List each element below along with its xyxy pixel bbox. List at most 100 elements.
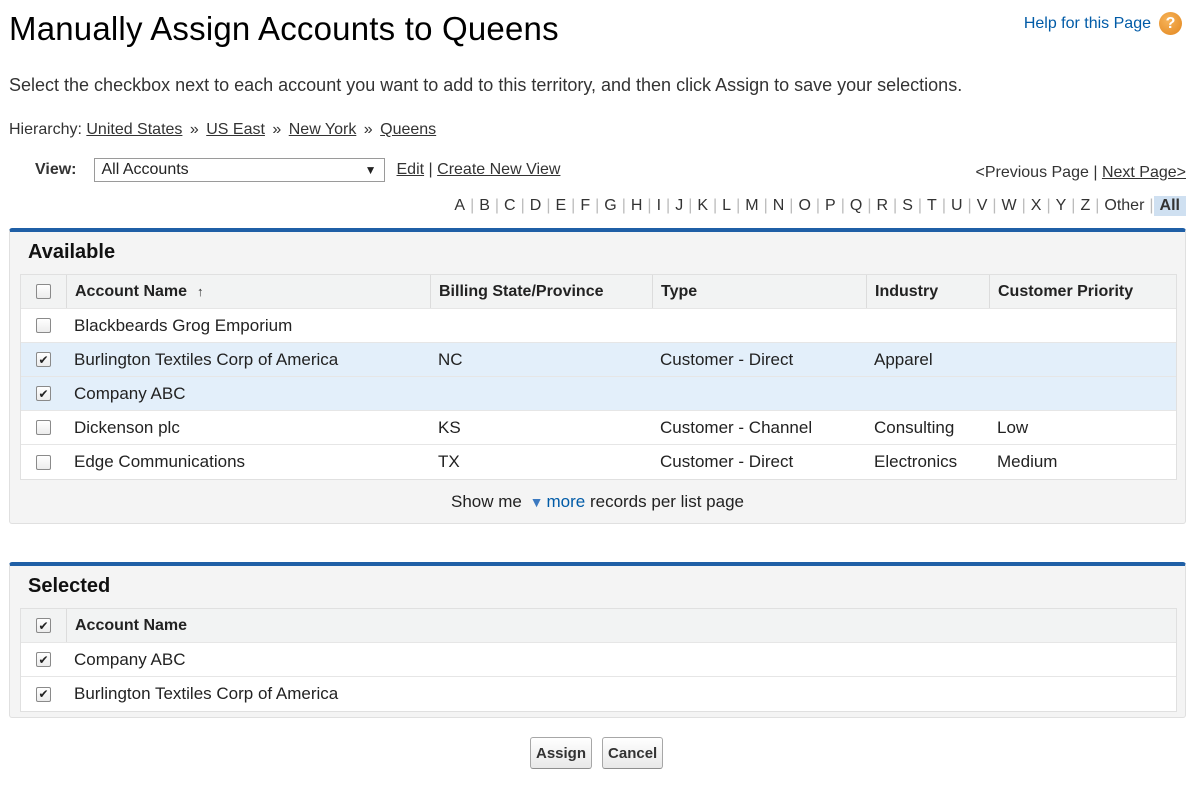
alpha-filter-r[interactable]: R [871, 197, 893, 215]
cancel-button[interactable]: Cancel [602, 737, 664, 769]
selected-all-checkbox[interactable]: ✔ [36, 618, 51, 633]
assign-button[interactable]: Assign [530, 737, 593, 769]
sort-ascending-icon: ↑ [197, 284, 204, 299]
table-row: Edge Communications TX Customer - Direct El… [21, 445, 1176, 479]
alpha-filter-v[interactable]: V [972, 197, 993, 215]
breadcrumb-item-new-york[interactable]: New York [289, 121, 357, 138]
show-more-prefix: Show me [451, 492, 522, 511]
breadcrumb-item-queens[interactable]: Queens [380, 121, 436, 138]
selected-panel: Selected ✔ Account Name ✔ Company ABC ✔ Bur… [9, 562, 1186, 718]
alpha-filter-g[interactable]: G [599, 197, 621, 215]
alpha-filter-x[interactable]: X [1026, 197, 1047, 215]
row-checkbox[interactable]: ✔ [36, 386, 51, 401]
row-checkbox[interactable] [36, 420, 51, 435]
create-new-view-link[interactable]: Create New View [437, 161, 560, 178]
pager: <Previous Page | Next Page> [975, 164, 1186, 182]
alpha-filter-n[interactable]: N [768, 197, 790, 215]
industry-cell: Electronics [874, 452, 958, 471]
help-icon[interactable]: ? [1159, 12, 1182, 35]
help-area: Help for this Page ? [1024, 12, 1182, 35]
edit-view-link[interactable]: Edit [397, 161, 425, 178]
alpha-filter-e[interactable]: E [550, 197, 571, 215]
account-name-cell: Edge Communications [74, 452, 246, 471]
breadcrumb-separator: » [272, 121, 282, 138]
alpha-filter-k[interactable]: K [692, 197, 713, 215]
alpha-filter-i[interactable]: I [652, 197, 666, 215]
action-buttons: Assign Cancel [530, 737, 664, 769]
table-row: ✔ Company ABC [21, 377, 1176, 411]
alpha-filter-y[interactable]: Y [1051, 197, 1072, 215]
alpha-filter-o[interactable]: O [793, 197, 815, 215]
alpha-filter-m[interactable]: M [740, 197, 763, 215]
row-checkbox-cell [21, 309, 66, 342]
table-row: Dickenson plc KS Customer - Channel Consult… [21, 411, 1176, 445]
alpha-filter-c[interactable]: C [499, 197, 521, 215]
alpha-filter-t[interactable]: T [922, 197, 942, 215]
billing-state-cell [430, 377, 652, 410]
alpha-filter-d[interactable]: D [525, 197, 547, 215]
available-panel: Available Account Name ↑ Billing State/P… [9, 228, 1186, 524]
account-name-cell: Burlington Textiles Corp of America [74, 684, 339, 703]
triangle-down-icon[interactable]: ▼ [530, 494, 544, 510]
alpha-filter-w[interactable]: W [997, 197, 1022, 215]
alpha-filter-p[interactable]: P [820, 197, 841, 215]
table-row: ✔ Company ABC [21, 643, 1176, 677]
account-name-cell: Burlington Textiles Corp of America [74, 349, 339, 369]
type-cell: Customer - Direct [660, 452, 794, 471]
breadcrumb-separator: » [189, 121, 199, 138]
alpha-filter-u[interactable]: U [946, 197, 968, 215]
next-page-link[interactable]: Next Page> [1102, 164, 1186, 181]
table-row: Blackbeards Grog Emporium [21, 309, 1176, 343]
selected-header-row: ✔ Account Name [21, 609, 1176, 643]
breadcrumb-item-us-east[interactable]: US East [206, 121, 265, 138]
billing-state-cell: NC [438, 349, 463, 369]
available-header-row: Account Name ↑ Billing State/Province Ty… [21, 275, 1176, 309]
alpha-filter-other[interactable]: Other [1099, 197, 1149, 215]
selected-all-cell: ✔ [21, 609, 66, 642]
instructions-text: Select the checkbox next to each account… [9, 75, 963, 95]
column-header-account-name: Account Name [66, 609, 1176, 642]
selected-panel-title: Selected [28, 575, 111, 597]
column-header-type[interactable]: Type [652, 275, 866, 308]
row-checkbox[interactable]: ✔ [36, 352, 51, 367]
alpha-filter-b[interactable]: B [474, 197, 495, 215]
view-select[interactable]: All Accounts ▼ [93, 158, 385, 182]
table-row: ✔ Burlington Textiles Corp of America NC Cu… [21, 343, 1176, 377]
column-header-account-name[interactable]: Account Name ↑ [66, 275, 430, 308]
alpha-filter-z[interactable]: Z [1075, 197, 1095, 215]
row-checkbox-cell: ✔ [21, 643, 66, 676]
chevron-down-icon: ▼ [364, 163, 377, 177]
hierarchy-label: Hierarchy: [9, 121, 82, 138]
show-more-link[interactable]: more [546, 492, 585, 511]
alpha-filter-j[interactable]: J [670, 197, 688, 215]
previous-page-label: <Previous Page [975, 164, 1089, 181]
alpha-filter-h[interactable]: H [626, 197, 648, 215]
alpha-filter-f[interactable]: F [575, 197, 595, 215]
column-header-customer-priority[interactable]: Customer Priority [989, 275, 1176, 308]
alpha-filter-s[interactable]: S [897, 197, 918, 215]
breadcrumb-item-united-states[interactable]: United States [86, 121, 182, 138]
billing-state-cell [430, 309, 652, 342]
breadcrumb: Hierarchy: United States » US East » New… [9, 121, 436, 139]
account-name-cell: Company ABC [74, 649, 186, 669]
selected-table: ✔ Account Name ✔ Company ABC ✔ Burlington T… [20, 608, 1177, 712]
alpha-filter-l[interactable]: L [717, 197, 736, 215]
alpha-filter-q[interactable]: Q [845, 197, 867, 215]
row-checkbox[interactable]: ✔ [36, 686, 51, 702]
row-checkbox[interactable]: ✔ [36, 652, 51, 667]
account-name-cell: Dickenson plc [74, 417, 180, 437]
select-all-cell [21, 275, 66, 308]
column-header-billing-state[interactable]: Billing State/Province [430, 275, 652, 308]
row-checkbox[interactable] [36, 454, 51, 470]
type-cell [652, 377, 866, 410]
alpha-filter-all[interactable]: All [1153, 196, 1186, 216]
column-header-industry[interactable]: Industry [866, 275, 989, 308]
select-all-checkbox[interactable] [36, 284, 51, 299]
help-link[interactable]: Help for this Page [1024, 15, 1151, 33]
row-checkbox[interactable] [36, 318, 51, 333]
view-links-divider: | [428, 161, 433, 178]
alpha-filter-a[interactable]: A [449, 197, 470, 215]
industry-cell [866, 309, 989, 342]
customer-priority-cell [989, 343, 1176, 376]
page-title: Manually Assign Accounts to Queens [9, 10, 559, 47]
